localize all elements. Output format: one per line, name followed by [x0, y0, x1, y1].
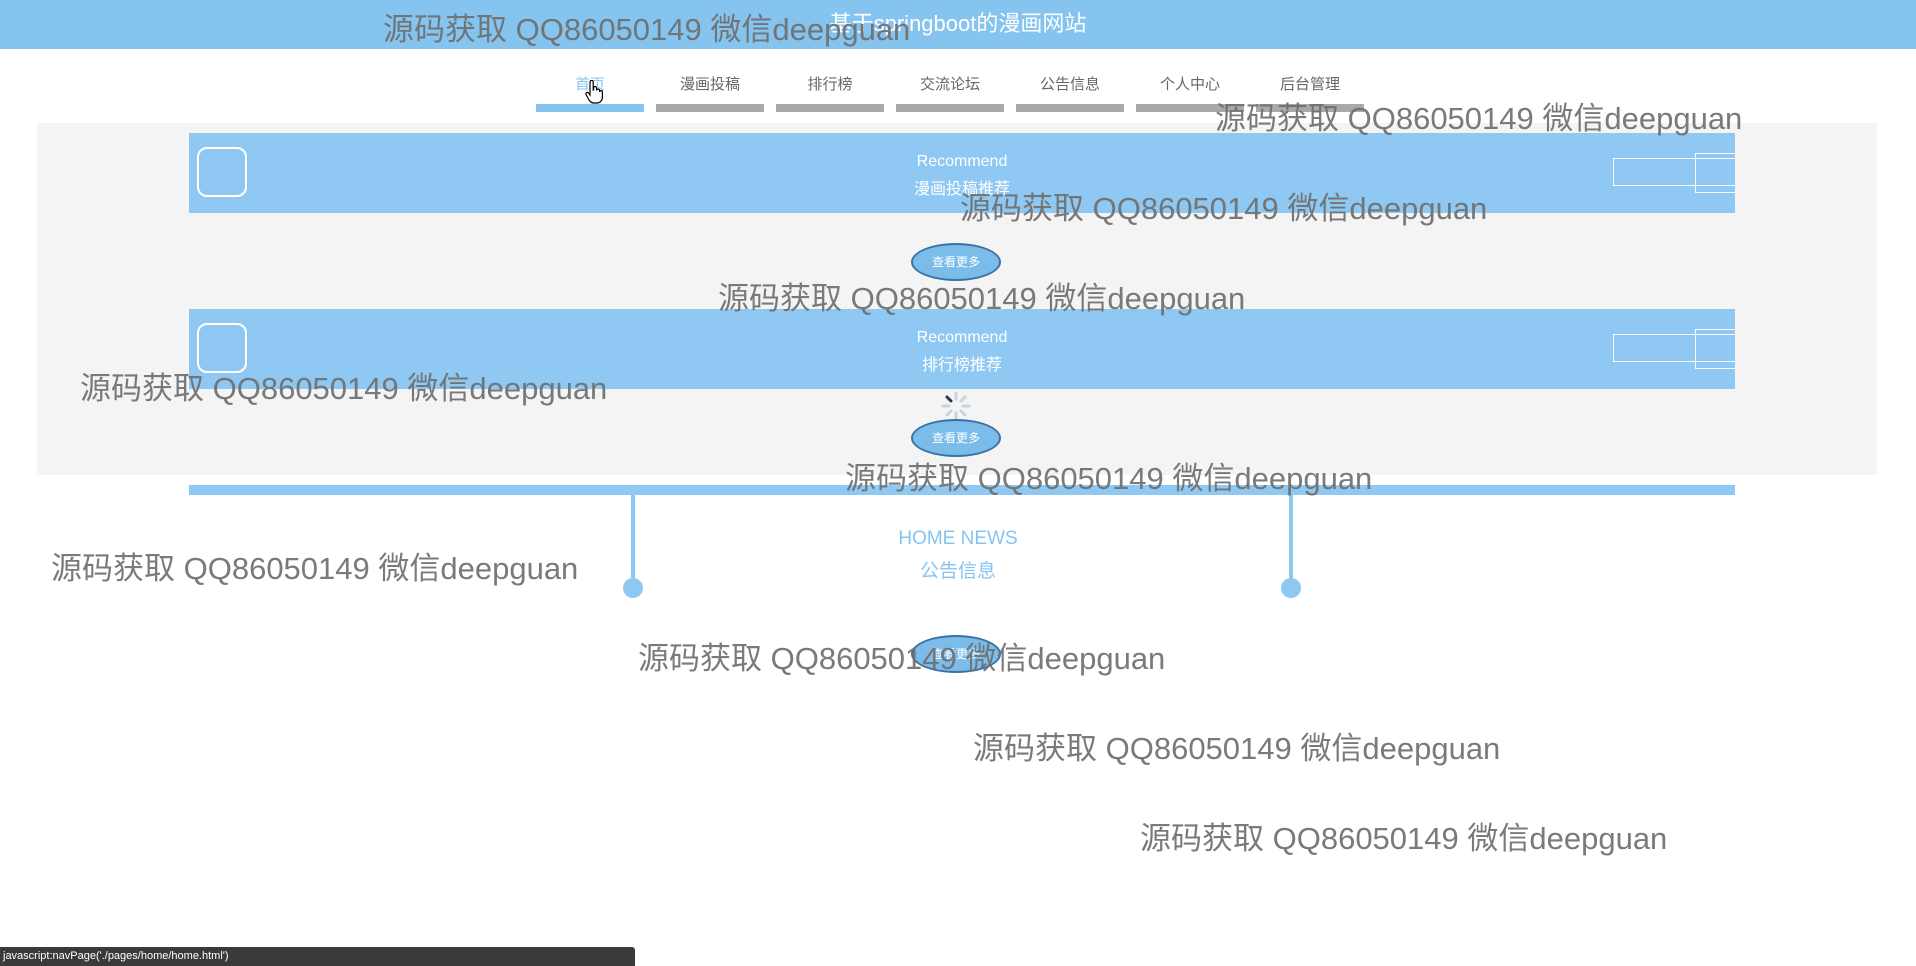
- view-more-button[interactable]: 查看更多: [911, 419, 1001, 457]
- nav-label: 排行榜: [807, 76, 853, 93]
- banner-line-decoration: [1613, 153, 1735, 193]
- watermark-text: 源码获取 QQ86050149 微信deepguan: [1215, 101, 1743, 136]
- browser-status-bar: javascript:navPage('./pages/home/home.ht…: [0, 947, 635, 966]
- nav-item-forum[interactable]: 交流论坛: [896, 70, 1004, 112]
- nav-item-announcements[interactable]: 公告信息: [1016, 70, 1124, 112]
- hand-pointer-icon: [585, 80, 603, 104]
- nav-label: 公告信息: [1039, 76, 1100, 93]
- nav-label: 后台管理: [1279, 76, 1340, 93]
- loading-spinner-icon: [941, 391, 971, 421]
- banner-line-decoration: [1613, 329, 1735, 369]
- watermark-text: 源码获取 QQ86050149 微信deepguan: [960, 191, 1488, 226]
- page: 基于springboot的漫画网站 首页 漫画投稿 排行榜 交流论坛 公告信息 …: [0, 0, 1916, 966]
- top-header-bar: 基于springboot的漫画网站: [0, 0, 1916, 49]
- nav-label: 交流论坛: [919, 76, 980, 93]
- section-title-en: Recommend: [916, 153, 1008, 170]
- site-title: 基于springboot的漫画网站: [829, 11, 1087, 36]
- nav-item-ranking[interactable]: 排行榜: [776, 70, 884, 112]
- watermark-text: 源码获取 QQ86050149 微信deepguan: [638, 641, 1166, 676]
- watermark-text: 源码获取 QQ86050149 微信deepguan: [383, 12, 911, 47]
- watermark-text: 源码获取 QQ86050149 微信deepguan: [1140, 821, 1668, 856]
- nav-item-manga-submission[interactable]: 漫画投稿: [656, 70, 764, 112]
- watermark-text: 源码获取 QQ86050149 微信deepguan: [973, 731, 1501, 766]
- watermark-text: 源码获取 QQ86050149 微信deepguan: [718, 281, 1246, 316]
- watermark-text: 源码获取 QQ86050149 微信deepguan: [80, 371, 608, 406]
- section-title-en: Recommend: [916, 329, 1008, 346]
- watermark-text: 源码获取 QQ86050149 微信deepguan: [845, 461, 1373, 496]
- nav-label: 个人中心: [1159, 76, 1220, 93]
- watermark-text: 源码获取 QQ86050149 微信deepguan: [51, 551, 579, 586]
- nav-label: 漫画投稿: [679, 76, 740, 93]
